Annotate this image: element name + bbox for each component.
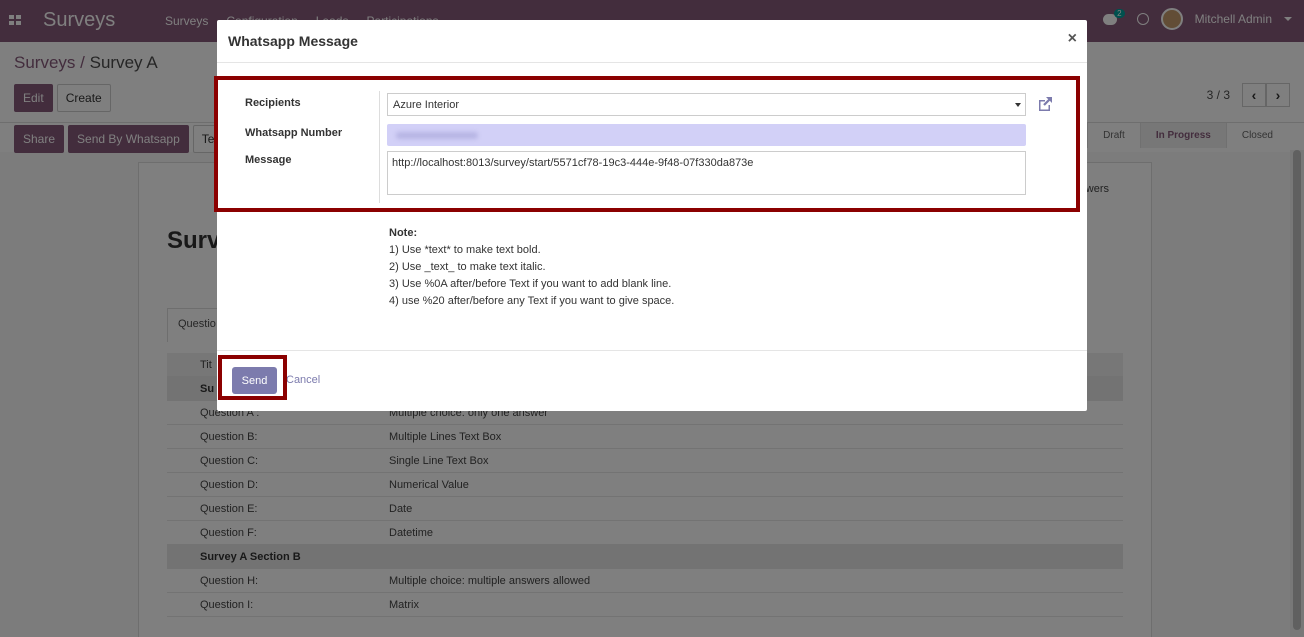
close-icon[interactable]: × [1068, 30, 1077, 48]
note-line: 4) use %20 after/before any Text if you … [389, 295, 675, 307]
dialog-title: Whatsapp Message [228, 33, 358, 49]
formatting-note: Note: 1) Use *text* to make text bold. 2… [389, 225, 674, 310]
note-title: Note: [389, 227, 418, 239]
note-line: 2) Use _text_ to make text italic. [389, 261, 546, 273]
note-line: 1) Use *text* to make text bold. [389, 244, 541, 256]
note-line: 3) Use %0A after/before Text if you want… [389, 278, 672, 290]
cancel-button[interactable]: Cancel [286, 374, 320, 386]
dialog-footer: Send Cancel [217, 350, 1087, 411]
dialog-header: Whatsapp Message × [217, 20, 1087, 63]
highlight-box-form [214, 76, 1080, 212]
highlight-box-send [218, 355, 287, 400]
